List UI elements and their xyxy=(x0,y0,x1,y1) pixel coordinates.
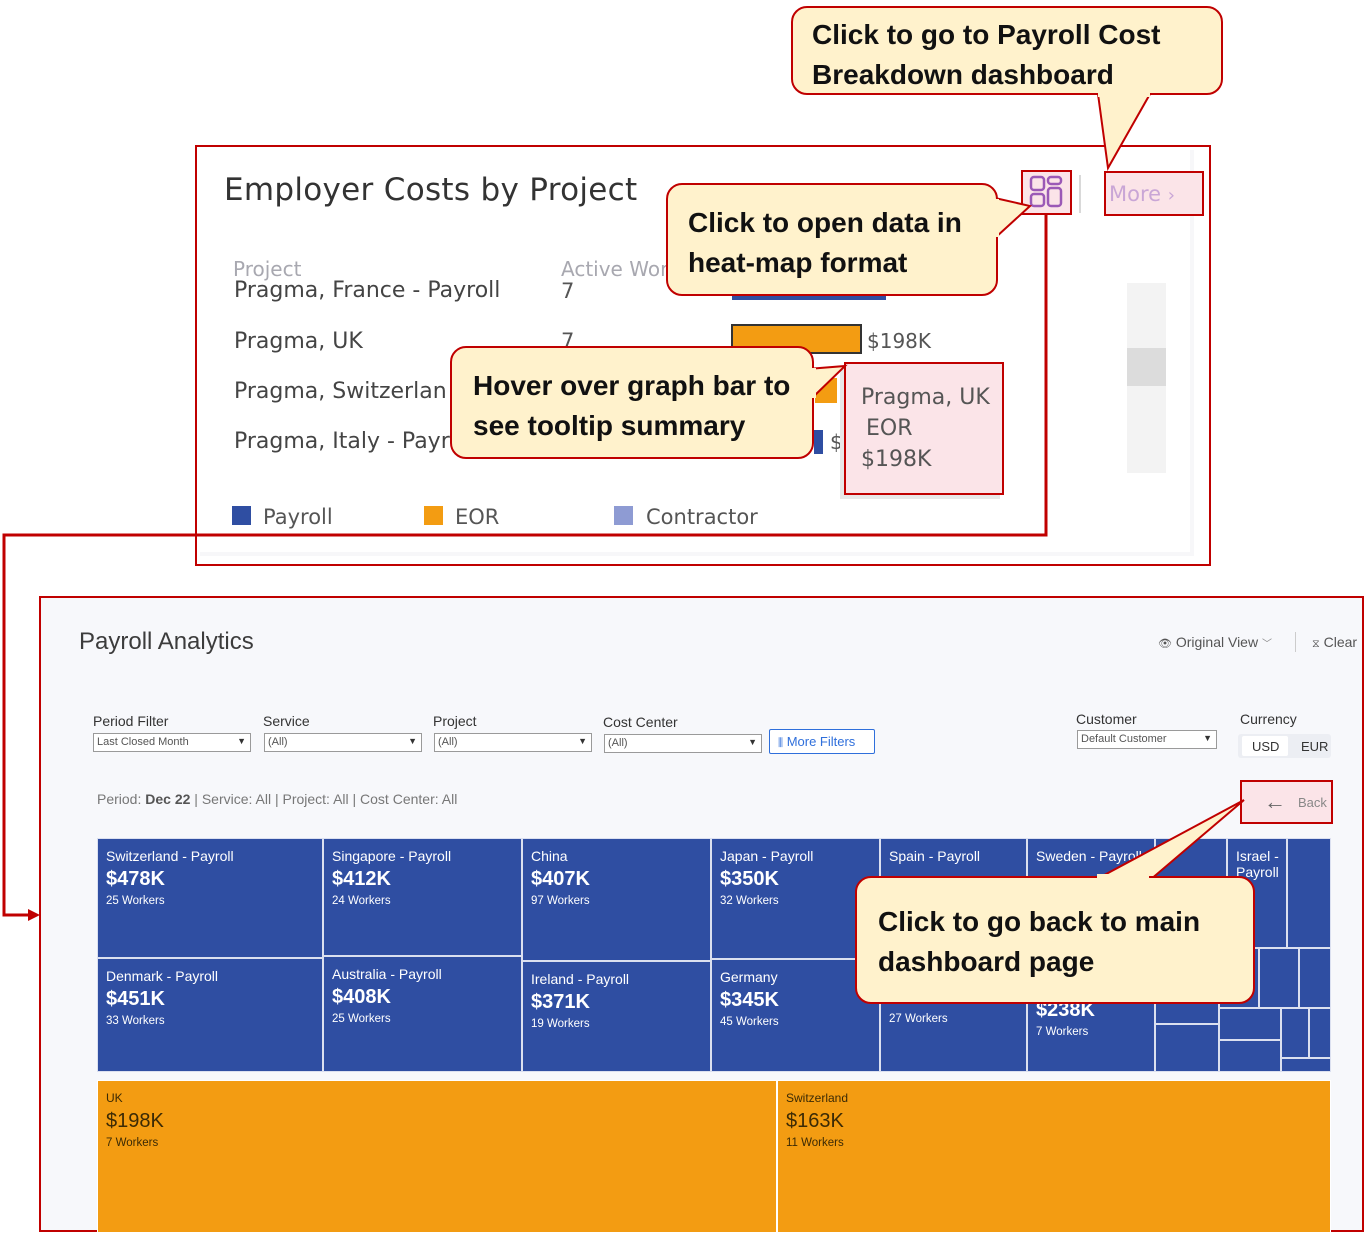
callout-tail-back xyxy=(1094,799,1245,881)
callout-joint xyxy=(1097,874,1149,880)
callout-back: Click to go back to main dashboard page xyxy=(855,876,1255,1004)
